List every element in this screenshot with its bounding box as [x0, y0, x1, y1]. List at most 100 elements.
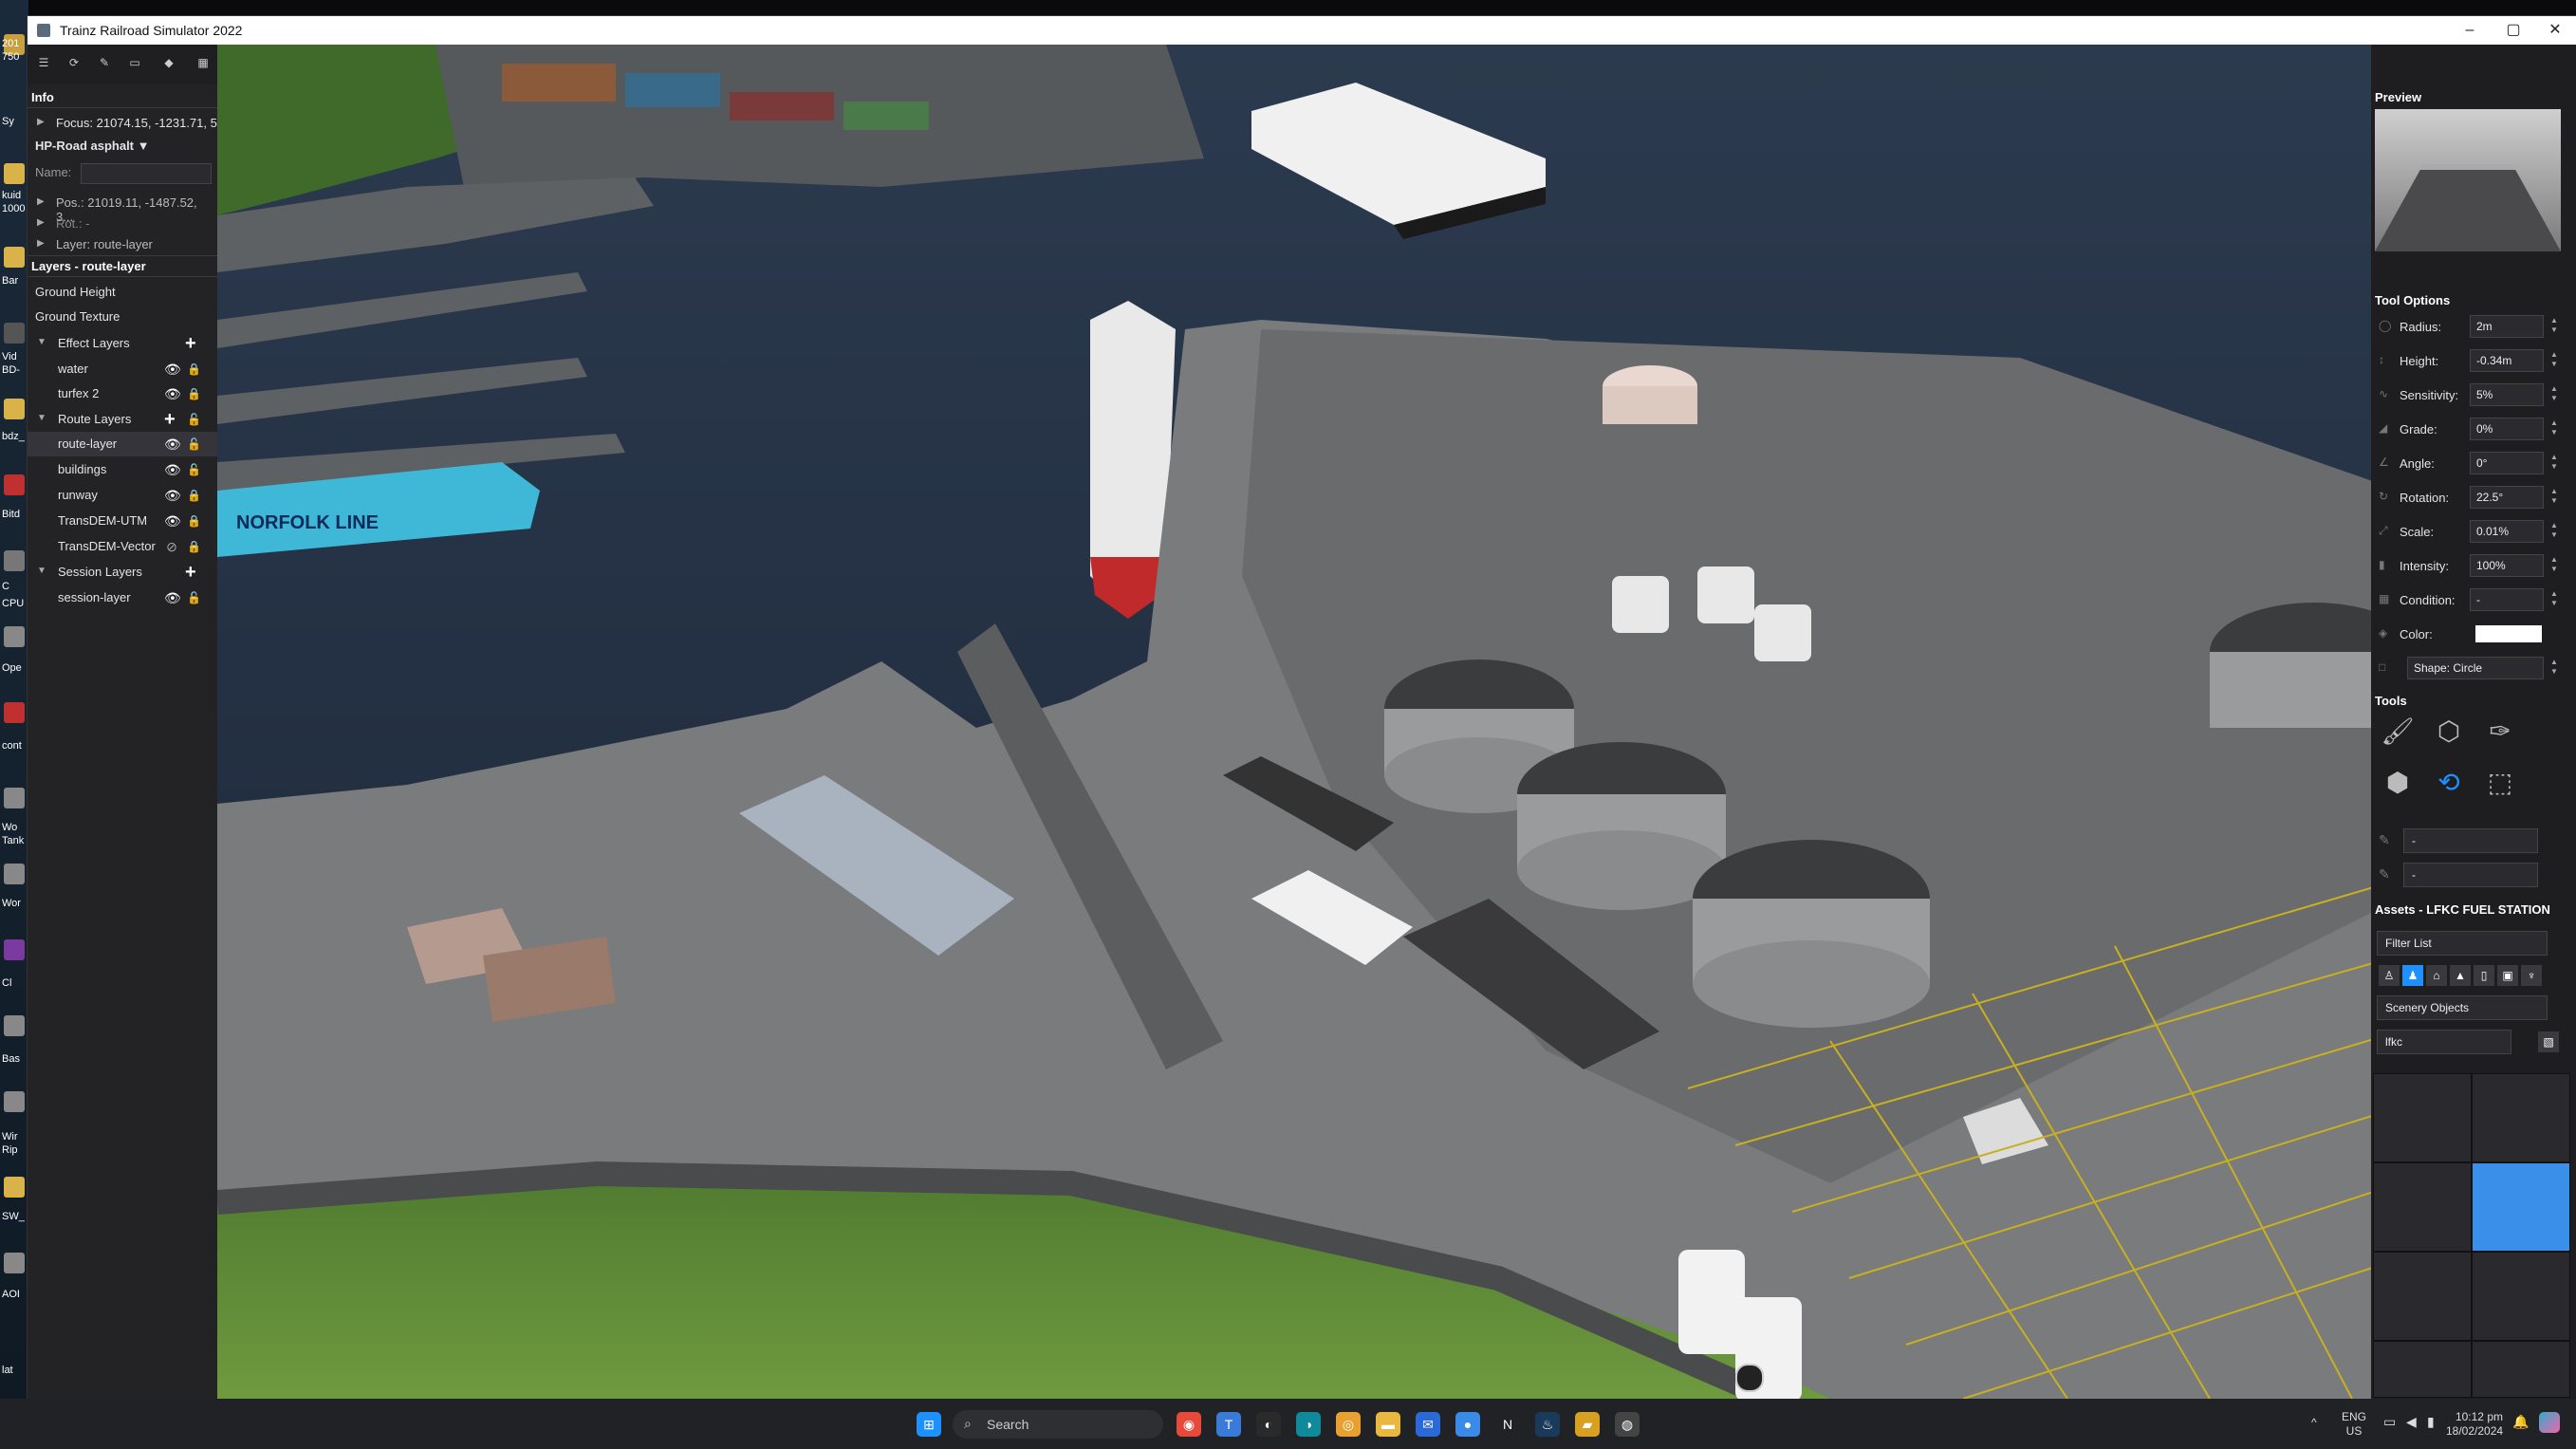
add-layer-icon[interactable]: +	[185, 333, 196, 355]
tools-icon[interactable]: ✎	[98, 56, 111, 69]
show-hidden-icons[interactable]: ^	[2311, 1416, 2317, 1429]
lock-icon[interactable]: 🔒	[187, 539, 201, 554]
shape-dropdown[interactable]: Shape: Circle	[2407, 657, 2544, 679]
layer-item-runway[interactable]: runway 👁 🔒	[28, 483, 217, 508]
grade-field[interactable]: 0%	[2470, 418, 2544, 440]
mail-icon[interactable]: ✉	[1416, 1412, 1440, 1437]
app-icon[interactable]	[4, 474, 25, 495]
trainz-icon[interactable]: ▰	[1575, 1412, 1600, 1437]
layer-item-water[interactable]: water 👁 🔒	[28, 357, 217, 381]
asset-thumbnail[interactable]	[2373, 1162, 2472, 1252]
app-icon[interactable]	[4, 550, 25, 571]
unlock-icon[interactable]: 🔓	[187, 590, 201, 605]
visibility-eye-icon[interactable]: 👁	[164, 386, 181, 401]
teams-icon[interactable]: T	[1216, 1412, 1241, 1437]
window-icon[interactable]: ▭	[128, 56, 141, 69]
asset-thumbnail[interactable]	[2373, 1341, 2472, 1398]
add-object-icon[interactable]: ⬡	[2428, 711, 2470, 752]
asset-thumbnail[interactable]	[2373, 1073, 2472, 1162]
layer-item-transdem-utm[interactable]: TransDEM-UTM 👁 🔒	[28, 509, 217, 533]
folder-icon[interactable]	[4, 399, 25, 419]
route-layers-group[interactable]: ▼ Route Layers + 🔓	[28, 407, 217, 432]
scale-field[interactable]: 0.01%	[2470, 520, 2544, 543]
folder-icon[interactable]	[4, 247, 25, 268]
condition-field[interactable]: -	[2470, 588, 2544, 611]
language-indicator[interactable]: ENG US	[2342, 1410, 2366, 1439]
color-swatch[interactable]	[2475, 625, 2542, 642]
eyedropper-icon[interactable]: ✑	[2479, 711, 2521, 752]
lock-icon[interactable]: 🔒	[187, 488, 201, 503]
steam-icon[interactable]: ♨	[1535, 1412, 1560, 1437]
name-input[interactable]	[81, 163, 212, 184]
hidden-eye-icon[interactable]: ⊘	[164, 539, 179, 554]
unlock-icon[interactable]: 🔓	[187, 412, 201, 427]
video-file-icon[interactable]	[4, 323, 25, 344]
asset-search-input[interactable]: lfkc	[2377, 1030, 2511, 1054]
visibility-eye-icon[interactable]: 👁	[164, 590, 181, 605]
unlock-icon[interactable]: 🔓	[187, 437, 201, 452]
layer-icon[interactable]: ◆	[162, 56, 176, 69]
layer-item-route-layer[interactable]: route-layer 👁 🔓	[28, 432, 217, 456]
session-layers-group[interactable]: ▼ Session Layers +	[28, 560, 217, 585]
sensitivity-field[interactable]: 5%	[2470, 383, 2544, 406]
visibility-eye-icon[interactable]: 👁	[164, 462, 181, 477]
network-icon[interactable]: ▭	[2383, 1414, 2396, 1430]
app-icon[interactable]	[4, 1015, 25, 1036]
app-icon[interactable]	[4, 939, 25, 960]
filter-icon[interactable]: ▣	[2497, 965, 2518, 986]
spinner-icon[interactable]: ▲ ▼	[2548, 487, 2561, 508]
menu-icon[interactable]: ☰	[37, 56, 50, 69]
close-button[interactable]: ✕	[2533, 16, 2576, 45]
app-icon[interactable]: ●	[1455, 1412, 1480, 1437]
folder-icon[interactable]	[4, 1177, 25, 1198]
spinner-icon[interactable]: ▲ ▼	[2548, 453, 2561, 474]
spinner-icon[interactable]: ▲ ▼	[2548, 555, 2561, 576]
ground-height-item[interactable]: Ground Height	[28, 280, 217, 305]
angle-field[interactable]: 0°	[2470, 452, 2544, 474]
rotate-object-icon[interactable]: ⟲	[2428, 762, 2470, 804]
layer-item-transdem-vector[interactable]: TransDEM-Vector ⊘ 🔒	[28, 534, 217, 559]
visibility-eye-icon[interactable]: 👁	[164, 362, 181, 377]
filter-icon[interactable]: ▲	[2450, 965, 2471, 986]
3d-viewport[interactable]: NORFOLK LINE	[217, 45, 2400, 1399]
browser-icon[interactable]: ◑	[1296, 1412, 1321, 1437]
filter-icon[interactable]: ♙	[2379, 965, 2400, 986]
file-explorer-icon[interactable]: ▬	[1376, 1412, 1400, 1437]
category-dropdown[interactable]: Scenery Objects	[2377, 995, 2548, 1020]
app-icon[interactable]	[4, 788, 25, 808]
paint-brush-icon[interactable]: 🖌	[2377, 711, 2418, 752]
tool-value-field[interactable]: -	[2403, 828, 2538, 853]
layer-row[interactable]: ▶ Layer: route-layer	[28, 232, 217, 257]
ground-texture-item[interactable]: Ground Texture	[28, 305, 217, 329]
app-icon[interactable]	[4, 1091, 25, 1112]
visibility-eye-icon[interactable]: 👁	[164, 437, 181, 452]
filter-list-dropdown[interactable]: Filter List	[2377, 931, 2548, 956]
layer-item-turfex[interactable]: turfex 2 👁 🔒	[28, 381, 217, 406]
grid-icon[interactable]: ▦	[196, 56, 210, 69]
clock[interactable]: 10:12 pm 18/02/2024	[2446, 1410, 2503, 1439]
move-object-icon[interactable]: ⬢	[2377, 762, 2418, 804]
select-area-icon[interactable]: ⬚	[2479, 762, 2521, 804]
volume-icon[interactable]: ◀	[2406, 1414, 2417, 1430]
app-icon[interactable]: ◍	[1615, 1412, 1640, 1437]
minimize-button[interactable]: –	[2448, 16, 2492, 45]
asset-thumbnail[interactable]	[2373, 1252, 2472, 1341]
start-button[interactable]: ⊞	[917, 1412, 941, 1437]
lock-icon[interactable]: 🔒	[187, 386, 201, 401]
refresh-icon[interactable]: ⟳	[67, 56, 81, 69]
spinner-icon[interactable]: ▲ ▼	[2548, 658, 2561, 678]
folder-icon[interactable]	[4, 163, 25, 184]
asset-thumbnail-selected[interactable]	[2472, 1162, 2570, 1252]
radius-field[interactable]: 2m	[2470, 315, 2544, 338]
compass-icon[interactable]	[1735, 1364, 1764, 1392]
app-icon[interactable]	[4, 626, 25, 647]
effect-layers-group[interactable]: ▼ Effect Layers +	[28, 331, 217, 356]
asset-thumbnail[interactable]	[2472, 1341, 2570, 1398]
focus-row[interactable]: ▶ Focus: 21074.15, -1231.71, 5	[28, 111, 217, 136]
filter-icon[interactable]: ♟	[2402, 965, 2423, 986]
spinner-icon[interactable]: ▲ ▼	[2548, 418, 2561, 439]
layer-item-buildings[interactable]: buildings 👁 🔓	[28, 457, 217, 482]
add-layer-icon[interactable]: +	[164, 409, 176, 431]
add-layer-icon[interactable]: +	[185, 562, 196, 584]
tool-value-field[interactable]: -	[2403, 863, 2538, 887]
